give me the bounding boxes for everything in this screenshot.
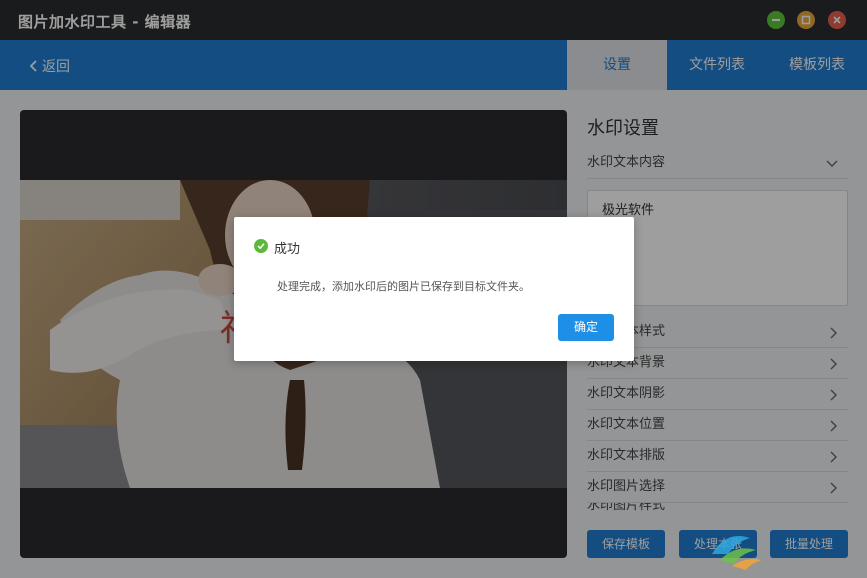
ok-button[interactable]: 确定: [558, 314, 614, 341]
success-check-icon: [254, 239, 268, 253]
dialog-message: 处理完成，添加水印后的图片已保存到目标文件夹。: [277, 280, 530, 293]
dialog-title: 成功: [274, 242, 301, 257]
success-dialog: 成功 处理完成，添加水印后的图片已保存到目标文件夹。 确定: [234, 217, 634, 361]
site-logo-watermark: [712, 536, 762, 570]
